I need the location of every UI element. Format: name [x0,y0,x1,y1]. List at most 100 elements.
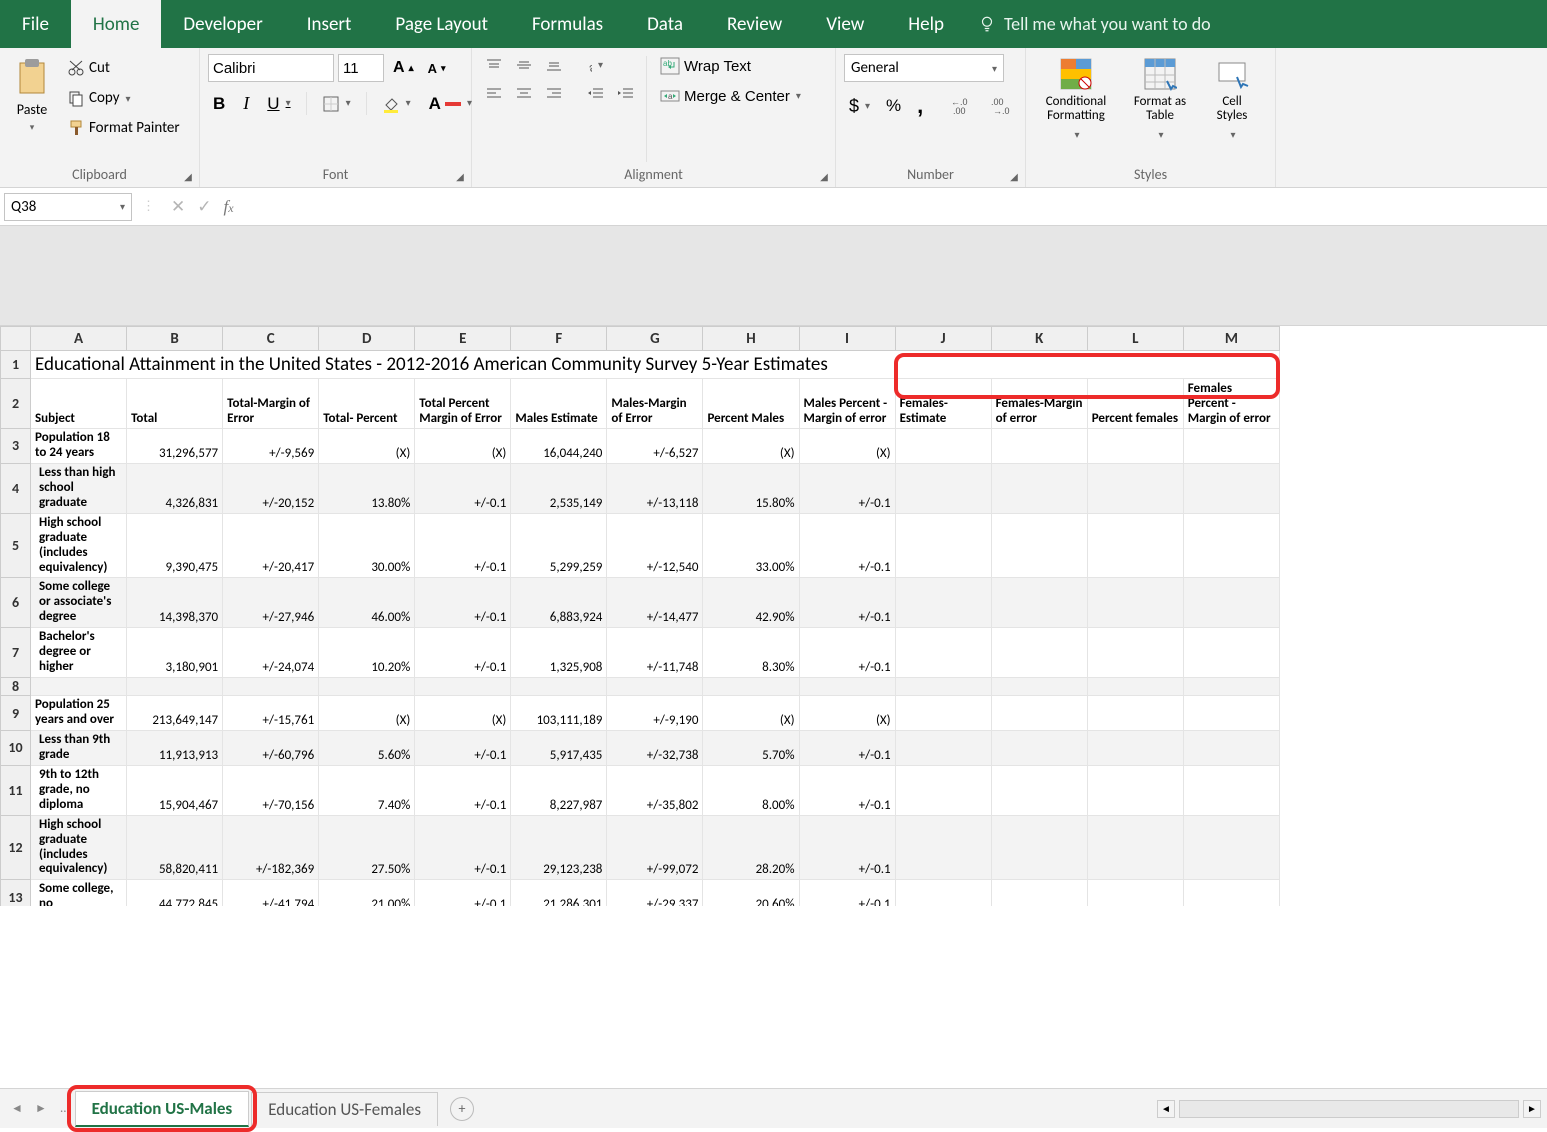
cell-H13[interactable]: 20.60% [703,880,799,906]
accounting-format-button[interactable]: $ [844,93,875,120]
copy-button[interactable]: Copy [62,86,185,110]
cell-D3[interactable]: (X) [319,429,415,464]
cell-E5[interactable]: +/-0.1 [415,513,511,578]
hscroll-right[interactable]: ► [1523,1100,1541,1118]
column-header-K[interactable]: K [991,327,1087,351]
cell-K11[interactable] [991,765,1087,815]
decrease-indent-button[interactable] [582,82,608,104]
cell-B12[interactable]: 58,820,411 [127,815,223,880]
header-cell-F[interactable]: Males Estimate [511,379,607,429]
formula-input[interactable] [244,193,1547,221]
cell-D4[interactable]: 13.80% [319,463,415,513]
cell-M5[interactable] [1183,513,1279,578]
orientation-button[interactable]: ab [582,54,608,76]
cell-B9[interactable]: 213,649,147 [127,696,223,731]
header-cell-A[interactable]: Subject [31,379,127,429]
cell-A9[interactable]: Population 25 years and over [31,696,127,731]
cell-F9[interactable]: 103,111,189 [511,696,607,731]
cell-K9[interactable] [991,696,1087,731]
tab-page-layout[interactable]: Page Layout [373,0,510,48]
row-header-1[interactable]: 1 [1,351,31,379]
format-as-table-button[interactable]: Format as Table [1122,54,1198,144]
cell-J11[interactable] [895,765,991,815]
cell-L6[interactable] [1087,578,1183,628]
cell-M12[interactable] [1183,815,1279,880]
cell-G3[interactable]: +/-6,527 [607,429,703,464]
header-cell-G[interactable]: Males-Margin of Error [607,379,703,429]
paste-button[interactable]: Paste ▾ [8,54,56,136]
header-cell-J[interactable]: Females-Estimate [895,379,991,429]
column-header-I[interactable]: I [799,327,895,351]
cell-H10[interactable]: 5.70% [703,730,799,765]
column-header-M[interactable]: M [1183,327,1279,351]
header-cell-B[interactable]: Total [127,379,223,429]
cell-G6[interactable]: +/-14,477 [607,578,703,628]
column-header-E[interactable]: E [415,327,511,351]
merge-center-button[interactable]: a Merge & Center [655,84,806,108]
column-header-H[interactable]: H [703,327,799,351]
cell-C5[interactable]: +/-20,417 [223,513,319,578]
row-header-8[interactable]: 8 [1,678,31,696]
italic-button[interactable]: I [238,90,254,117]
cell-C4[interactable]: +/-20,152 [223,463,319,513]
cell-D8[interactable] [319,678,415,696]
cell-A11[interactable]: 9th to 12th grade, no diploma [31,765,127,815]
column-header-G[interactable]: G [607,327,703,351]
column-header-C[interactable]: C [223,327,319,351]
header-cell-L[interactable]: Percent females [1087,379,1183,429]
cell-B5[interactable]: 9,390,475 [127,513,223,578]
underline-button[interactable]: U [262,91,295,117]
column-header-D[interactable]: D [319,327,415,351]
cell-M13[interactable] [1183,880,1279,906]
cell-C8[interactable] [223,678,319,696]
cell-I9[interactable]: (X) [799,696,895,731]
cell-L5[interactable] [1087,513,1183,578]
cell-M3[interactable] [1183,429,1279,464]
cell-I4[interactable]: +/-0.1 [799,463,895,513]
bold-button[interactable]: B [208,91,230,117]
tab-help[interactable]: Help [886,0,966,48]
header-cell-M[interactable]: Females Percent - Margin of error [1183,379,1279,429]
cell-F7[interactable]: 1,325,908 [511,628,607,678]
cell-I12[interactable]: +/-0.1 [799,815,895,880]
cell-E7[interactable]: +/-0.1 [415,628,511,678]
tab-formulas[interactable]: Formulas [510,0,625,48]
font-launcher[interactable]: ◢ [453,169,467,183]
cell-J5[interactable] [895,513,991,578]
cell-J8[interactable] [895,678,991,696]
tab-developer[interactable]: Developer [161,0,284,48]
font-size-combo[interactable] [338,54,384,82]
column-header-B[interactable]: B [127,327,223,351]
tab-data[interactable]: Data [625,0,705,48]
cell-M4[interactable] [1183,463,1279,513]
select-all-corner[interactable] [1,327,31,351]
cell-M9[interactable] [1183,696,1279,731]
format-painter-button[interactable]: Format Painter [62,116,185,140]
cell-G12[interactable]: +/-99,072 [607,815,703,880]
cell-H3[interactable]: (X) [703,429,799,464]
row-header-12[interactable]: 12 [1,815,31,880]
cell-F11[interactable]: 8,227,987 [511,765,607,815]
cell-K3[interactable] [991,429,1087,464]
sheet-tab-active[interactable]: Education US-Males [75,1091,250,1127]
cell-J6[interactable] [895,578,991,628]
cell-J12[interactable] [895,815,991,880]
cell-A4[interactable]: Less than high school graduate [31,463,127,513]
cell-F5[interactable]: 5,299,259 [511,513,607,578]
font-name-combo[interactable] [208,54,334,82]
cell-H6[interactable]: 42.90% [703,578,799,628]
align-right-button[interactable] [540,82,566,104]
cell-C7[interactable]: +/-24,074 [223,628,319,678]
cell-I10[interactable]: +/-0.1 [799,730,895,765]
cell-B6[interactable]: 14,398,370 [127,578,223,628]
cell-F4[interactable]: 2,535,149 [511,463,607,513]
cell-B3[interactable]: 31,296,577 [127,429,223,464]
cell-G5[interactable]: +/-12,540 [607,513,703,578]
header-cell-K[interactable]: Females-Margin of error [991,379,1087,429]
clipboard-launcher[interactable]: ◢ [181,169,195,183]
row-header-13[interactable]: 13 [1,880,31,906]
cell-D7[interactable]: 10.20% [319,628,415,678]
cell-A7[interactable]: Bachelor's degree or higher [31,628,127,678]
increase-font-button[interactable]: A▴ [388,56,419,80]
conditional-formatting-button[interactable]: Conditional Formatting [1034,54,1118,144]
